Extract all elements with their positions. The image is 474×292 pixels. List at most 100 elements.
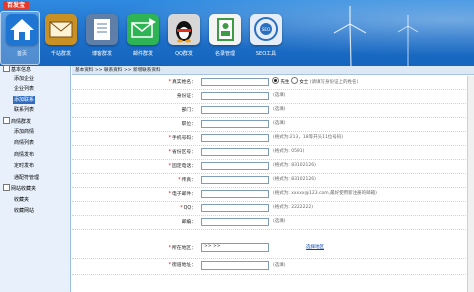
form-row-real-name: *真实姓名： 先生 女士 (请填写身份证上的姓名) bbox=[72, 76, 474, 90]
real-name-input[interactable] bbox=[201, 78, 269, 86]
toolbar-qq-broadcast[interactable]: QQ群发 bbox=[165, 14, 203, 66]
toolbar-mail-broadcast[interactable]: 邮件群发 bbox=[124, 14, 162, 66]
id-card-input[interactable] bbox=[201, 92, 269, 100]
windmill-icon bbox=[333, 6, 367, 66]
gender-label-male: 先生 bbox=[280, 80, 290, 85]
field-hint: (格式为: 2222222) bbox=[273, 205, 313, 210]
mobile-input[interactable] bbox=[201, 134, 269, 142]
toolbar-directory-manage[interactable]: 名录管理 bbox=[206, 14, 244, 66]
form-row-fax: *传真： (格式为: 83102126) bbox=[72, 174, 474, 188]
svg-text:SEO: SEO bbox=[262, 27, 270, 32]
form-row-email: *电子邮件： (格式为: xxxxx@123.com,最好使用新注册的邮箱) bbox=[72, 188, 474, 202]
gender-label-female: 女士 bbox=[299, 80, 309, 85]
sidebar-item-favorites[interactable]: 收藏夹 bbox=[13, 196, 30, 204]
document-icon bbox=[86, 14, 118, 45]
sidebar-item-wildcard-manage[interactable]: 通配符管理 bbox=[13, 174, 40, 182]
toolbar-label: 首页 bbox=[16, 51, 27, 57]
sidebar-group-label: 商情群发 bbox=[11, 119, 32, 125]
address-book-icon bbox=[209, 14, 241, 45]
sidebar-item-favorite-sites[interactable]: 收藏网站 bbox=[13, 207, 35, 215]
email-input[interactable] bbox=[201, 190, 269, 198]
required-mark: * bbox=[168, 246, 171, 251]
form-row-id-card: 身份证： (选填) bbox=[72, 90, 474, 104]
name-note: (请填写身份证上的姓名) bbox=[309, 80, 359, 85]
sidebar-item-contact-list[interactable]: 联系列表 bbox=[13, 106, 35, 114]
form-row-department: 部门： (选填) bbox=[72, 104, 474, 118]
required-mark: * bbox=[168, 192, 171, 197]
area-code-input[interactable] bbox=[201, 148, 269, 156]
field-hint: (选填) bbox=[273, 263, 286, 268]
toolbar-blog-broadcast[interactable]: 博客群发 bbox=[83, 14, 121, 66]
sidebar-group-business[interactable]: 商情群发 bbox=[3, 117, 32, 126]
field-hint: (格式为: 83102126) bbox=[273, 177, 316, 182]
toolbar-label: 千站群发 bbox=[50, 51, 71, 57]
field-label: *固定电话： bbox=[168, 164, 196, 169]
gender-options: 先生 女士 (请填写身份证上的姓名) bbox=[272, 77, 359, 85]
sidebar-item-scheduled-publish[interactable]: 定时发布 bbox=[13, 162, 35, 170]
field-hint: (格式为: 0591) bbox=[273, 149, 305, 154]
sidebar-group-favorites[interactable]: 网站收藏夹 bbox=[3, 184, 36, 193]
position-input[interactable] bbox=[201, 120, 269, 128]
windmill-icon bbox=[397, 15, 419, 66]
gender-radio-female[interactable] bbox=[290, 77, 298, 84]
fax-input[interactable] bbox=[201, 176, 269, 184]
top-banner: 百发宝 首页 千站群发 博客群发 邮件群发 QQ群发 名录管理 SEO SEO工… bbox=[0, 0, 474, 66]
seo-gear-icon: SEO bbox=[250, 14, 282, 45]
breadcrumb: 基本资料 >> 联系资料 >> 新增联系资料 bbox=[72, 66, 474, 75]
collapse-box-icon bbox=[3, 65, 10, 72]
select-region-link[interactable]: 选择地区 bbox=[306, 245, 324, 250]
toolbar-label: QQ群发 bbox=[175, 51, 193, 57]
toolbar-site-broadcast[interactable]: 千站群发 bbox=[42, 14, 80, 66]
field-label: 职位： bbox=[181, 122, 196, 127]
required-mark: * bbox=[178, 178, 181, 183]
field-hint: (格式为: xxxxx@123.com,最好使用新注册的邮箱) bbox=[273, 191, 377, 196]
form-row-postcode: 邮编： (选填) bbox=[72, 216, 474, 230]
vertical-scrollbar[interactable] bbox=[467, 76, 474, 292]
sidebar-item-company-list[interactable]: 企业列表 bbox=[13, 85, 35, 93]
form-row-mobile: *手机号码： (格式为:213，18等开头11位号码) bbox=[72, 132, 474, 146]
sidebar: 基本信息 添加企业 企业列表 添加联系 联系列表 商情群发 添加商情 商情列表 … bbox=[0, 65, 71, 292]
toolbar-label: 邮件群发 bbox=[132, 51, 153, 57]
envelope-icon bbox=[45, 14, 77, 45]
qq-input[interactable] bbox=[201, 204, 269, 212]
form-row-region: *所在地区： >> >> 选择地区 bbox=[72, 240, 474, 259]
sidebar-item-add-business[interactable]: 添加商情 bbox=[13, 128, 35, 136]
field-hint: (选填) bbox=[273, 107, 286, 112]
sidebar-item-add-company[interactable]: 添加企业 bbox=[13, 75, 35, 83]
region-input[interactable]: >> >> bbox=[201, 243, 269, 252]
gender-radio-male[interactable] bbox=[272, 77, 279, 84]
field-hint: (选填) bbox=[273, 219, 286, 224]
toolbar-home[interactable]: 首页 bbox=[0, 11, 41, 66]
required-mark: * bbox=[168, 263, 171, 268]
sidebar-group-basic[interactable]: 基本信息 bbox=[3, 65, 31, 74]
required-mark: * bbox=[168, 80, 171, 85]
required-mark: * bbox=[168, 150, 171, 155]
field-label: *街道地址： bbox=[168, 263, 196, 268]
sidebar-item-add-contact[interactable]: 添加联系 bbox=[13, 96, 36, 104]
collapse-box-icon bbox=[3, 117, 10, 124]
toolbar-label: SEO工具 bbox=[255, 51, 277, 57]
field-label: 邮编： bbox=[181, 220, 196, 225]
form-row-qq: *QQ： (格式为: 2222222) bbox=[72, 202, 474, 216]
sidebar-item-business-publish[interactable]: 商情发布 bbox=[13, 151, 35, 159]
toolbar-seo-tools[interactable]: SEO SEO工具 bbox=[247, 14, 285, 66]
field-label: *电子邮件： bbox=[168, 192, 196, 197]
form-row-position: 职位： (选填) bbox=[72, 118, 474, 132]
form-row-area-code: *省份区号： (格式为: 0591) bbox=[72, 146, 474, 160]
street-input[interactable] bbox=[201, 261, 269, 270]
landline-input[interactable] bbox=[201, 162, 269, 170]
toolbar-label: 名录管理 bbox=[214, 51, 235, 57]
postcode-input[interactable] bbox=[201, 218, 269, 226]
sidebar-item-business-list[interactable]: 商情列表 bbox=[13, 139, 35, 147]
department-input[interactable] bbox=[201, 106, 269, 114]
field-hint: (选填) bbox=[273, 121, 286, 126]
field-label: *所在地区： bbox=[168, 246, 196, 251]
mail-send-icon bbox=[127, 14, 159, 45]
field-label: *QQ： bbox=[180, 206, 196, 211]
field-hint: (选填) bbox=[273, 93, 286, 98]
field-label: *真实姓名： bbox=[168, 80, 196, 85]
field-label: *手机号码： bbox=[168, 136, 196, 141]
field-label: 部门： bbox=[181, 108, 196, 113]
required-mark: * bbox=[168, 164, 171, 169]
field-hint: (格式为: 83102126) bbox=[273, 163, 316, 168]
